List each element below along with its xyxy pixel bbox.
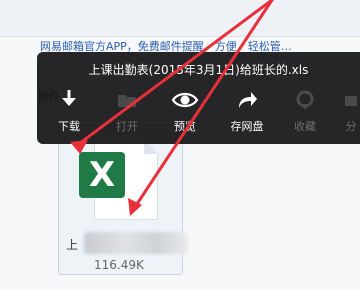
favorite-label: 收藏	[294, 120, 316, 133]
preview-button[interactable]: 预览	[157, 88, 213, 140]
attachment-size: 116.49K	[94, 258, 144, 272]
folder-icon	[118, 95, 136, 107]
download-button[interactable]: 下载	[41, 88, 97, 140]
share-arrow-icon	[239, 92, 257, 108]
download-icon	[62, 90, 76, 106]
favorite-button[interactable]: 收藏	[277, 88, 333, 140]
preview-label: 预览	[174, 120, 196, 133]
open-label: 打开	[116, 120, 138, 133]
open-button[interactable]: 打开	[99, 88, 155, 140]
save-to-netdisk-button[interactable]: 存网盘	[219, 88, 275, 140]
excel-icon: X	[79, 152, 125, 198]
attachment-filename[interactable]: 上	[66, 236, 78, 253]
share-label: 分	[345, 120, 357, 133]
save-to-netdisk-label: 存网盘	[230, 120, 264, 133]
blurred-filename-mask	[84, 232, 188, 254]
bookmark-icon	[296, 90, 314, 109]
toolbar-file-title: 上课出勤表(2015年3月1日)给班长的.xls	[88, 63, 309, 77]
mail-top-strip	[0, 0, 360, 37]
share-icon	[345, 96, 357, 106]
eye-icon	[171, 92, 199, 108]
attachment-action-toolbar: 上课出勤表(2015年3月1日)给班长的.xls 下载 打开 预览 存网盘 收藏	[37, 52, 360, 144]
share-button[interactable]: 分	[331, 88, 360, 140]
download-label: 下载	[58, 120, 80, 133]
